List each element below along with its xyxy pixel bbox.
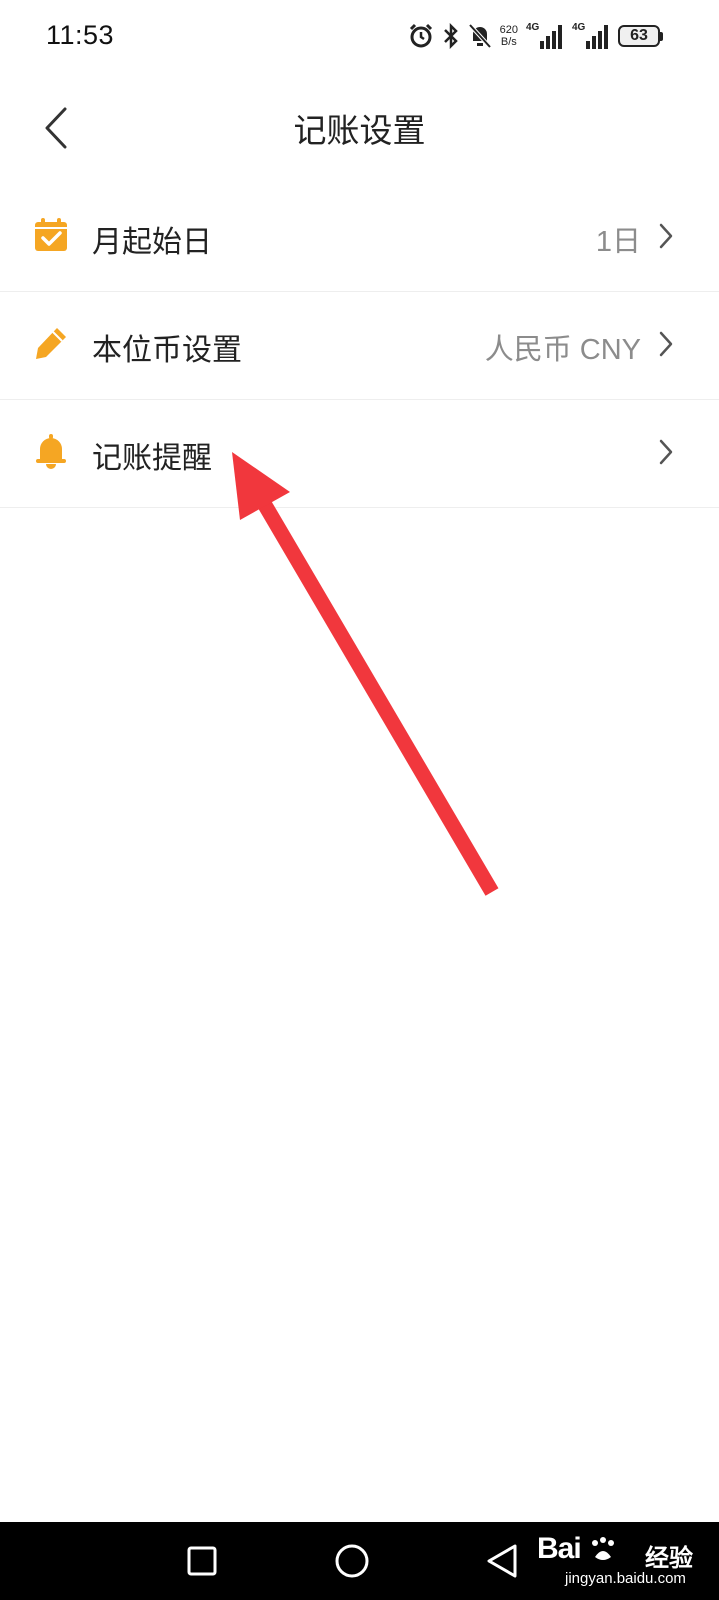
recent-apps-button[interactable] (184, 1543, 220, 1579)
paw-icon (592, 1537, 615, 1561)
home-button[interactable] (334, 1543, 370, 1579)
baidu-jingyan-watermark: Bai 经验 jingyan.baidu.com (527, 1524, 707, 1594)
watermark-suffix: 经验 (645, 1544, 693, 1572)
circle-icon (335, 1544, 369, 1578)
watermark-url: jingyan.baidu.com (565, 1570, 686, 1587)
square-icon (187, 1546, 217, 1576)
annotation-arrow (232, 452, 499, 896)
triangle-back-icon (487, 1544, 517, 1578)
navigation-bar: Bai 经验 jingyan.baidu.com (0, 1522, 719, 1600)
watermark-brand: Bai (537, 1532, 618, 1566)
watermark-brand-text: Bai (537, 1532, 582, 1565)
nav-back-button[interactable] (484, 1543, 520, 1579)
